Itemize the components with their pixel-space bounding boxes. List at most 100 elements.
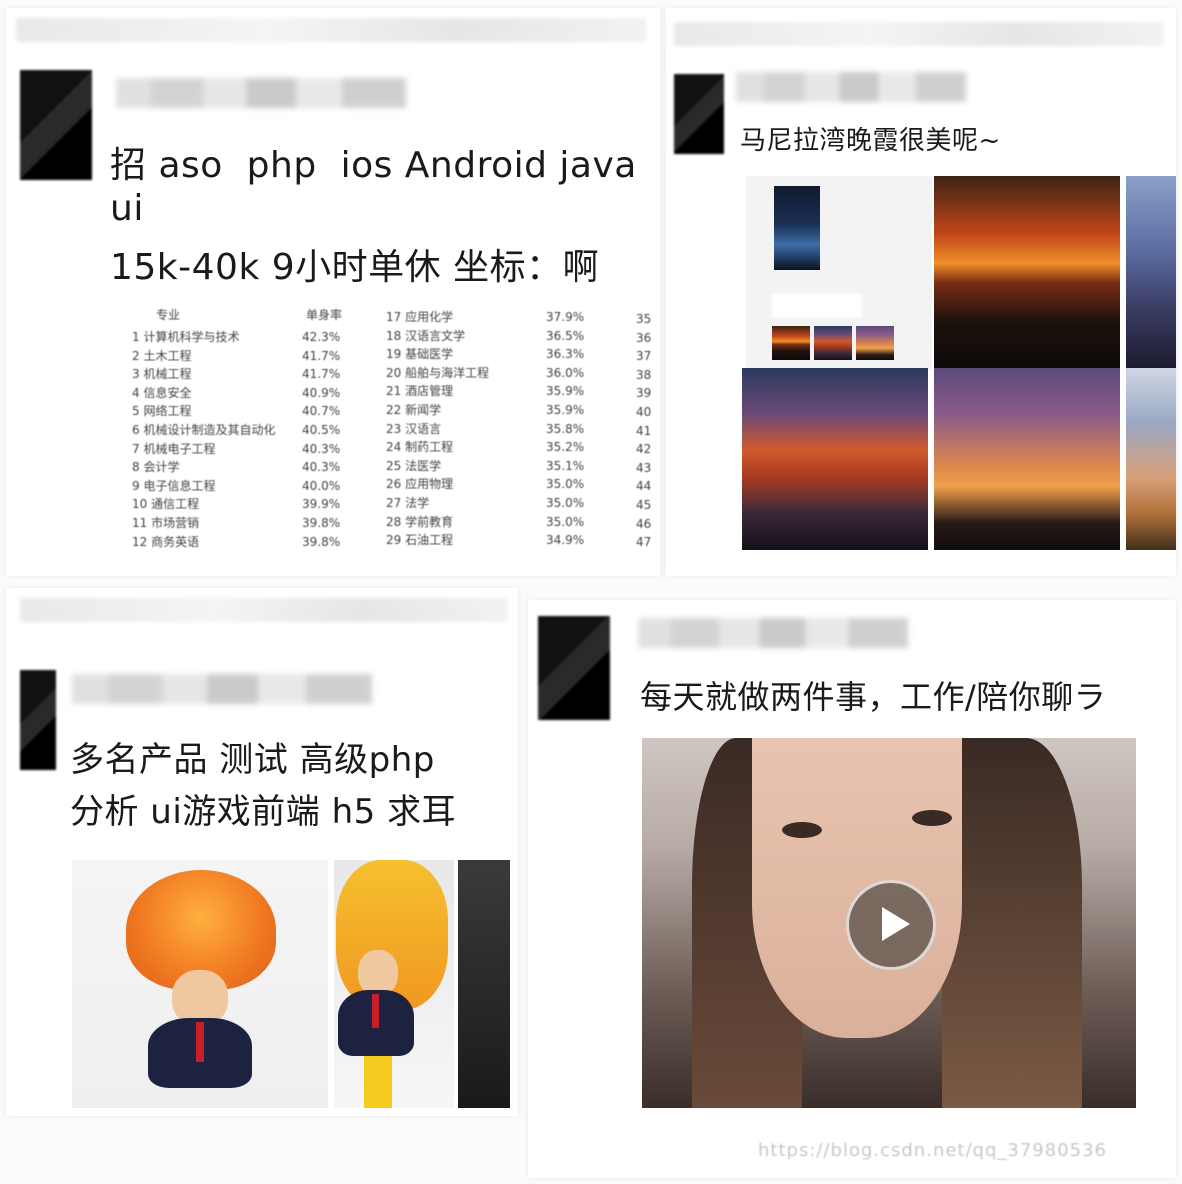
sunset-photo-3[interactable]	[742, 368, 928, 550]
table-row: 28 学前教育 35.0%	[386, 513, 616, 532]
table-cell-major: 10 通信工程	[132, 497, 200, 512]
major-singles-rate-table: 专业 单身率 1 计算机科学与技术 42.3% 2 土木工程 41.7% 3 机械工程 4…	[126, 306, 660, 556]
avatar[interactable]	[20, 670, 56, 770]
table-row: 19 基础医学 36.3%	[386, 345, 616, 364]
table-row: 21 酒店管理 35.9%	[386, 382, 616, 401]
avatar[interactable]	[674, 74, 724, 154]
blurred-username	[638, 618, 908, 648]
table-row-index: 43	[636, 460, 652, 475]
chat-photo-thumb-3	[856, 326, 894, 360]
table-cell-rate: 35.9%	[546, 384, 585, 399]
blurred-header-bar	[674, 22, 1164, 46]
sunset-photo-2[interactable]	[1126, 176, 1176, 370]
sunset-photo-4[interactable]	[934, 368, 1120, 550]
table-cell-rate: 40.7%	[302, 404, 341, 419]
table-cell-major: 28 学前教育	[386, 514, 454, 529]
avatar[interactable]	[20, 70, 92, 180]
table-column-3: 35 36 37 38 39 40 41 42 43 44 45 46 47	[636, 310, 660, 552]
table-row: 11 市场营销 39.8%	[132, 514, 352, 533]
table-cell-major: 2 土木工程	[132, 348, 192, 363]
sunset-photo-1[interactable]	[934, 176, 1120, 370]
table-cell-major: 24 制药工程	[386, 440, 454, 455]
table-cell-rate: 40.3%	[302, 460, 341, 475]
table-cell-rate: 35.1%	[546, 458, 585, 473]
post-text-line-2: 分析 ui游戏前端 h5 求耳	[70, 792, 457, 832]
table-cell-major: 27 法学	[386, 495, 430, 510]
table-cell-rate: 36.5%	[546, 328, 585, 343]
blurred-header-bar	[16, 18, 646, 42]
table-cell-rate: 35.9%	[546, 402, 585, 417]
table-column-2: 17 应用化学 37.9% 18 汉语言文学 36.5% 19 基础医学 36.3% 20 …	[386, 308, 616, 550]
table-row: 8 会计学 40.3%	[132, 458, 352, 477]
table-cell-major: 20 船舶与海洋工程	[386, 365, 490, 380]
table-cell-rate: 35.2%	[546, 440, 585, 455]
table-cell-rate: 34.9%	[546, 533, 585, 548]
table-cell-major: 5 网络工程	[132, 404, 192, 419]
table-row-index: 46	[636, 516, 652, 531]
table-row-index: 36	[636, 330, 652, 345]
toilet-brush-photo-2[interactable]	[334, 860, 454, 1108]
table-row: 1 计算机科学与技术 42.3%	[132, 328, 352, 347]
table-row: 2 土木工程 41.7%	[132, 347, 352, 366]
post-sunset: 马尼拉湾晚霞很美呢~	[666, 8, 1176, 576]
table-cell-major: 19 基础医学	[386, 347, 454, 362]
table-cell-major: 21 酒店管理	[386, 384, 454, 399]
table-cell-major: 22 新闻学	[386, 402, 442, 417]
phone-photo-thumbnail	[774, 186, 820, 270]
table-cell-rate: 42.3%	[302, 330, 341, 344]
table-row-index: 47	[636, 535, 652, 550]
table-row: 5 网络工程 40.7%	[132, 402, 352, 421]
figure-tie	[196, 1022, 204, 1062]
table-cell-rate: 35.8%	[546, 421, 585, 436]
table-cell-rate: 37.9%	[546, 310, 585, 324]
watermark-text: https://blog.csdn.net/qq_37980536	[758, 1140, 1108, 1161]
table-row: 22 新闻学 35.9%	[386, 401, 616, 420]
table-row: 10 通信工程 39.9%	[132, 495, 352, 514]
toilet-brush-photo-1[interactable]	[72, 860, 328, 1108]
table-row-index: 45	[636, 497, 652, 512]
table-column-1: 1 计算机科学与技术 42.3% 2 土木工程 41.7% 3 机械工程 41.7% 4 信…	[132, 328, 352, 551]
table-row-index: 37	[636, 349, 652, 364]
table-cell-major: 3 机械工程	[132, 367, 192, 382]
post-text-line-1: 多名产品 测试 高级php	[70, 740, 435, 780]
avatar[interactable]	[538, 616, 610, 720]
table-row-index: 41	[636, 423, 652, 438]
table-cell-rate: 39.8%	[302, 515, 341, 530]
sunset-photo-5[interactable]	[1126, 368, 1176, 550]
chat-screenshot-image[interactable]	[746, 176, 932, 370]
table-row: 29 石油工程 34.9%	[386, 531, 616, 550]
post-text-line-1: 每天就做两件事，工作/陪你聊ラ	[640, 678, 1107, 716]
table-header-rate: 单身率	[306, 308, 343, 322]
table-cell-major: 26 应用物理	[386, 477, 454, 492]
table-row: 9 电子信息工程 40.0%	[132, 477, 352, 496]
table-row-index: 40	[636, 404, 652, 419]
table-row: 6 机械设计制造及其自动化 40.5%	[132, 421, 352, 440]
post-video: 每天就做两件事，工作/陪你聊ラ https://blog.csdn.net/qq…	[528, 600, 1176, 1178]
table-row: 4 信息安全 40.9%	[132, 384, 352, 403]
face-region	[752, 738, 962, 1038]
table-row: 26 应用物理 35.0%	[386, 475, 616, 494]
table-cell-major: 9 电子信息工程	[132, 478, 216, 493]
table-row-index: 38	[636, 367, 652, 382]
table-row-index: 44	[636, 479, 652, 494]
post-text-line-1: 马尼拉湾晚霞很美呢~	[740, 126, 1001, 156]
table-cell-rate: 39.8%	[302, 534, 341, 549]
table-row: 7 机械电子工程 40.3%	[132, 440, 352, 459]
table-row: 18 汉语言文学 36.5%	[386, 327, 616, 346]
screenshot-collage: 招 aso php ios Android java ui 15k-40k 9小…	[0, 0, 1182, 1184]
table-row: 27 法学 35.0%	[386, 494, 616, 513]
post-job-ad: 招 aso php ios Android java ui 15k-40k 9小…	[6, 8, 660, 576]
play-icon[interactable]	[846, 880, 936, 970]
table-row: 17 应用化学 37.9%	[386, 308, 616, 327]
table-cell-rate: 41.7%	[302, 367, 341, 382]
table-cell-rate: 40.5%	[302, 422, 341, 437]
table-row: 3 机械工程 41.7%	[132, 365, 352, 384]
table-cell-rate: 36.3%	[546, 347, 585, 362]
table-cell-major: 4 信息安全	[132, 385, 192, 400]
table-cell-rate: 41.7%	[302, 348, 341, 363]
table-header-major: 专业	[156, 308, 181, 322]
video-thumbnail[interactable]	[642, 738, 1136, 1108]
blurred-username	[116, 78, 406, 108]
table-cell-major: 7 机械电子工程	[132, 441, 216, 456]
toilet-brush-photo-3[interactable]	[458, 860, 510, 1108]
